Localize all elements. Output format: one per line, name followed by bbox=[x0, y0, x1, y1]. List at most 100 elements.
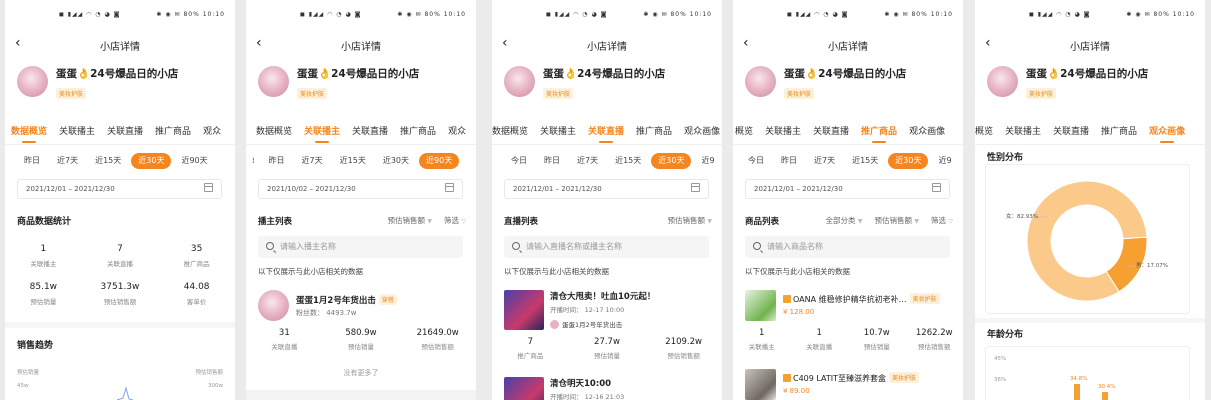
tab-audience-profile[interactable]: 观众画像 bbox=[678, 124, 722, 144]
period-90d[interactable]: 近90天 bbox=[174, 153, 214, 169]
date-range-picker[interactable]: 2021/12/01 – 2021/12/30 bbox=[17, 179, 222, 199]
period-90d[interactable]: 近90天 bbox=[419, 153, 460, 169]
tab-promoted-products[interactable]: 推广商品 bbox=[149, 124, 197, 144]
category-tag: 美妆护肤 bbox=[909, 293, 940, 304]
nav-bar: ‹ 小店详情 bbox=[733, 32, 963, 58]
sort-dropdown[interactable]: 预估销售额 ▼ bbox=[387, 215, 432, 227]
period-30d[interactable]: 近30天 bbox=[131, 153, 172, 169]
tab-related-live[interactable]: 关联直播 bbox=[101, 124, 149, 144]
list-header: 播主列表 预估销售额 ▼ 筛选 ▽ bbox=[258, 215, 466, 227]
list-item[interactable]: 清仓明天10:00 开播时间： 12-16 21:03 bbox=[504, 377, 714, 400]
back-arrow-icon[interactable]: ‹ bbox=[743, 35, 749, 51]
period-15d[interactable]: 近15天 bbox=[333, 153, 373, 169]
tab-related-anchors[interactable]: 关联播主 bbox=[999, 124, 1047, 144]
period-7d[interactable]: 近7天 bbox=[807, 153, 842, 169]
shop-header: 蛋蛋👌24号爆品日的小店 美妆护肤 bbox=[975, 58, 1205, 100]
tab-overview[interactable]: 概览 bbox=[733, 124, 759, 144]
tab-audience[interactable]: 观众 bbox=[197, 124, 227, 144]
search-input[interactable]: 请输入商品名称 bbox=[745, 236, 950, 258]
back-arrow-icon[interactable]: ‹ bbox=[502, 35, 508, 51]
search-input[interactable]: 请输入直播名称或播主名称 bbox=[504, 236, 709, 258]
filter-button[interactable]: 筛选 ▽ bbox=[444, 215, 466, 227]
period-yesterday[interactable]: 昨日 bbox=[17, 153, 47, 169]
ok-hand-icon: 👌 bbox=[1047, 68, 1061, 80]
period-90d[interactable]: 近9 bbox=[931, 153, 958, 169]
trend-legend-right: 预估销售额 bbox=[195, 370, 223, 376]
tab-promoted-products[interactable]: 推广商品 bbox=[394, 124, 442, 144]
period-30d[interactable]: 近30天 bbox=[376, 153, 416, 169]
page-title: 小店详情 bbox=[828, 41, 868, 53]
list-item[interactable]: 蛋蛋1月2号年货出击 穿搭 粉丝数： 4493.7w bbox=[258, 290, 468, 330]
period-yesterday[interactable]: 昨日 bbox=[262, 153, 292, 169]
period-15d[interactable]: 近15天 bbox=[88, 153, 128, 169]
sort-dropdown[interactable]: 预估销售额 ▼ bbox=[874, 215, 919, 227]
tab-related-anchors[interactable]: 关联播主 bbox=[53, 124, 101, 144]
tab-audience-profile[interactable]: 观众画像 bbox=[903, 124, 951, 144]
tab-data-overview[interactable]: 数据概览 bbox=[250, 124, 298, 144]
date-range-picker[interactable]: 2021/12/01 – 2021/12/30 bbox=[745, 179, 950, 199]
tab-overview[interactable]: 概览 bbox=[975, 124, 999, 144]
tab-related-live[interactable]: 关联直播 bbox=[1047, 124, 1095, 144]
status-right: ✱ ◉ ✉ 80% 10:10 bbox=[156, 10, 225, 18]
tab-related-live[interactable]: 关联直播 bbox=[582, 124, 630, 144]
period-15d[interactable]: 近15天 bbox=[608, 153, 648, 169]
filter-button[interactable]: 筛选 ▽ bbox=[931, 215, 953, 227]
list-item[interactable]: C409 LATIT至臻滋养套盒 美妆护肤 ¥ 89.00 bbox=[745, 369, 955, 400]
tab-promoted-products[interactable]: 推广商品 bbox=[855, 124, 903, 144]
panel-promoted-products: ◼ ▮◢◢ ◠ ◔ ◕ ◙ ✱ ◉ ✉ 80% 10:10 ‹ 小店详情 蛋蛋👌… bbox=[733, 0, 963, 400]
period-today[interactable]: 今日 bbox=[504, 153, 534, 169]
date-range-picker[interactable]: 2021/12/01 – 2021/12/30 bbox=[504, 179, 709, 199]
list-item[interactable]: OANA 维稳修护精华抗初老补… 美妆护肤 ¥ 128.00 bbox=[745, 290, 955, 324]
caret-down-icon: ▼ bbox=[857, 218, 863, 225]
stat-label: 关联直播 bbox=[106, 260, 133, 268]
period-yesterday[interactable]: 昨日 bbox=[537, 153, 567, 169]
search-icon bbox=[512, 242, 520, 250]
period-selector: 昨日 近7天 近15天 近30天 近90天 bbox=[5, 153, 235, 171]
bottom-divider bbox=[246, 390, 476, 400]
tab-related-anchors[interactable]: 关联播主 bbox=[534, 124, 582, 144]
caret-down-icon: ▼ bbox=[707, 218, 712, 225]
tab-promoted-products[interactable]: 推广商品 bbox=[1095, 124, 1143, 144]
shop-header: 蛋蛋👌24号爆品日的小店 美妆护肤 bbox=[492, 58, 722, 100]
stat-label: 关联播主 bbox=[30, 260, 57, 268]
product-title: C409 LATIT至臻滋养套盒 美妆护肤 bbox=[783, 372, 920, 384]
tab-promoted-products[interactable]: 推广商品 bbox=[630, 124, 678, 144]
list-item[interactable]: 清仓大甩卖！吐血10元起！ 开播时间： 12-17 10:00 蛋蛋1月2号年货… bbox=[504, 290, 714, 332]
tab-related-live[interactable]: 关联直播 bbox=[346, 124, 394, 144]
tab-audience-profile[interactable]: 观众画像 bbox=[1143, 124, 1191, 144]
gender-donut bbox=[1026, 180, 1148, 302]
period-90d[interactable]: 近9 bbox=[694, 153, 721, 169]
period-15d[interactable]: 近15天 bbox=[845, 153, 885, 169]
age-axis-top: 45% bbox=[994, 356, 1007, 362]
period-7d[interactable]: 近7天 bbox=[570, 153, 605, 169]
trend-axis-right: 300w bbox=[208, 383, 223, 389]
category-dropdown[interactable]: 全部分类 ▼ bbox=[825, 215, 862, 227]
tab-data-overview[interactable]: 数据概览 bbox=[5, 124, 53, 144]
item-stats: 31 关联直播 580.9w 预估销量 21649.0w 预估销售额 bbox=[271, 328, 459, 351]
period-7d[interactable]: 近7天 bbox=[295, 153, 330, 169]
trend-line bbox=[116, 386, 134, 400]
period-today[interactable]: 今日 bbox=[741, 153, 771, 169]
date-range-picker[interactable]: 2021/10/02 – 2021/12/30 bbox=[258, 179, 463, 199]
tab-audience[interactable]: 观众 bbox=[442, 124, 472, 144]
section-divider bbox=[5, 322, 235, 328]
sort-dropdown[interactable]: 预估销售额 ▼ bbox=[667, 215, 712, 227]
follower-count: 粉丝数： 4493.7w bbox=[296, 309, 357, 317]
tab-related-live[interactable]: 关联直播 bbox=[807, 124, 855, 144]
search-input[interactable]: 请输入播主名称 bbox=[258, 236, 463, 258]
scope-hint: 以下仅展示与此小店相关的数据 bbox=[504, 267, 609, 276]
period-30d[interactable]: 近30天 bbox=[651, 153, 692, 169]
period-7d[interactable]: 近7天 bbox=[50, 153, 85, 169]
tab-related-anchors[interactable]: 关联播主 bbox=[759, 124, 807, 144]
period-30d[interactable]: 近30天 bbox=[888, 153, 929, 169]
back-arrow-icon[interactable]: ‹ bbox=[15, 35, 21, 51]
male-label: 男：17.07% bbox=[1136, 263, 1168, 269]
period-yesterday[interactable]: 昨日 bbox=[774, 153, 804, 169]
back-arrow-icon[interactable]: ‹ bbox=[256, 35, 262, 51]
tab-related-anchors[interactable]: 关联播主 bbox=[298, 124, 346, 144]
panel-related-anchors: ◼ ▮◢◢ ◠ ◔ ◕ ◙ ✱ ◉ ✉ 80% 10:10 ‹ 小店详情 蛋蛋👌… bbox=[246, 0, 476, 400]
shop-name: 蛋蛋👌24号爆品日的小店 bbox=[1026, 68, 1149, 80]
back-arrow-icon[interactable]: ‹ bbox=[985, 35, 991, 51]
tab-data-overview[interactable]: 数据概览 bbox=[492, 124, 534, 144]
period-more-left[interactable]: ⁞ bbox=[248, 153, 259, 169]
